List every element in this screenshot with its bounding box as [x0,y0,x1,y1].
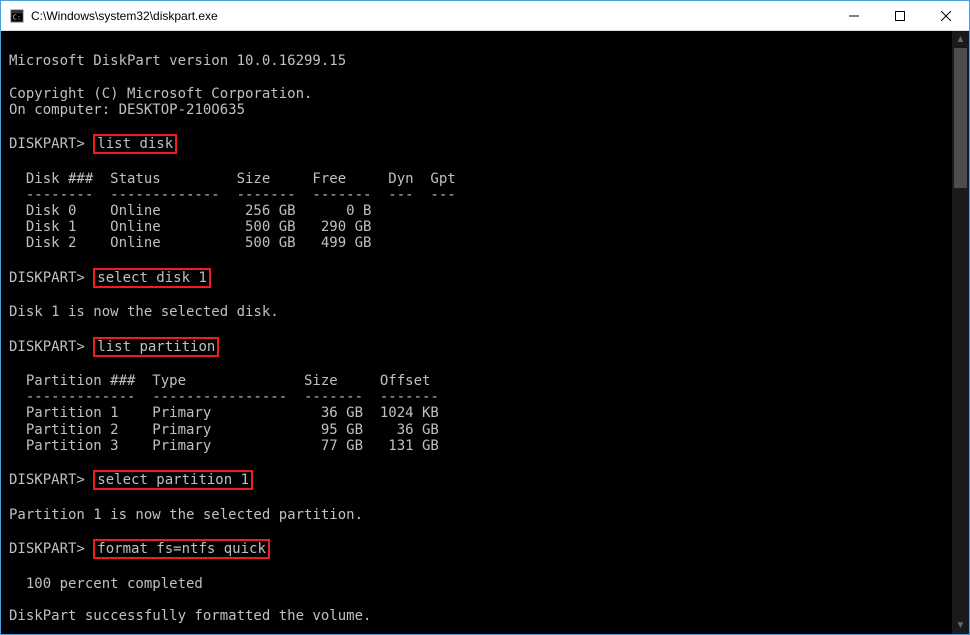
cmd-select-partition: select partition 1 [93,470,253,490]
partition-row-0: Partition 1 Primary 36 GB 1024 KB [9,405,439,421]
scroll-down-icon[interactable]: ▼ [952,617,969,634]
vertical-scrollbar[interactable]: ▲ ▼ [952,31,969,634]
partition-table-divider: ------------- ---------------- ------- -… [9,389,439,405]
copyright-line: Copyright (C) Microsoft Corporation. [9,86,312,102]
partition-row-2: Partition 3 Primary 77 GB 131 GB [9,438,439,454]
computer-name: DESKTOP-210O635 [119,102,245,118]
prompt-3: DISKPART> [9,339,85,355]
disk-row-1: Disk 1 Online 500 GB 290 GB [9,219,371,235]
titlebar: C: C:\Windows\system32\diskpart.exe [1,1,969,31]
cmd-format: format fs=ntfs quick [93,539,270,559]
cmd-select-disk: select disk 1 [93,268,211,288]
window-title: C:\Windows\system32\diskpart.exe [31,9,218,23]
svg-text:C:: C: [13,13,21,21]
msg-select-partition: Partition 1 is now the selected partitio… [9,507,363,523]
scroll-up-icon[interactable]: ▲ [952,31,969,48]
scrollbar-thumb[interactable] [954,48,967,188]
partition-table-header: Partition ### Type Size Offset [9,373,430,389]
disk-table-divider: -------- ------------- ------- ------- -… [9,187,456,203]
prompt-1: DISKPART> [9,136,85,152]
cmd-list-partition: list partition [93,337,219,357]
cmd-list-disk: list disk [93,134,177,154]
console-area: Microsoft DiskPart version 10.0.16299.15… [1,31,969,634]
msg-select-disk: Disk 1 is now the selected disk. [9,304,279,320]
prompt-5: DISKPART> [9,541,85,557]
prompt-4: DISKPART> [9,472,85,488]
on-computer-label: On computer: [9,102,110,118]
version-line: Microsoft DiskPart version 10.0.16299.15 [9,53,346,69]
close-button[interactable] [923,1,969,31]
minimize-button[interactable] [831,1,877,31]
prompt-2: DISKPART> [9,270,85,286]
msg-progress: 100 percent completed [9,576,203,592]
disk-row-2: Disk 2 Online 500 GB 499 GB [9,235,371,251]
scrollbar-track[interactable] [952,48,969,617]
app-icon: C: [9,8,25,24]
disk-table-header: Disk ### Status Size Free Dyn Gpt [9,171,456,187]
disk-row-0: Disk 0 Online 256 GB 0 B [9,203,371,219]
partition-row-1: Partition 2 Primary 95 GB 36 GB [9,422,439,438]
console-output[interactable]: Microsoft DiskPart version 10.0.16299.15… [1,31,952,634]
msg-format-done: DiskPart successfully formatted the volu… [9,608,371,624]
maximize-button[interactable] [877,1,923,31]
